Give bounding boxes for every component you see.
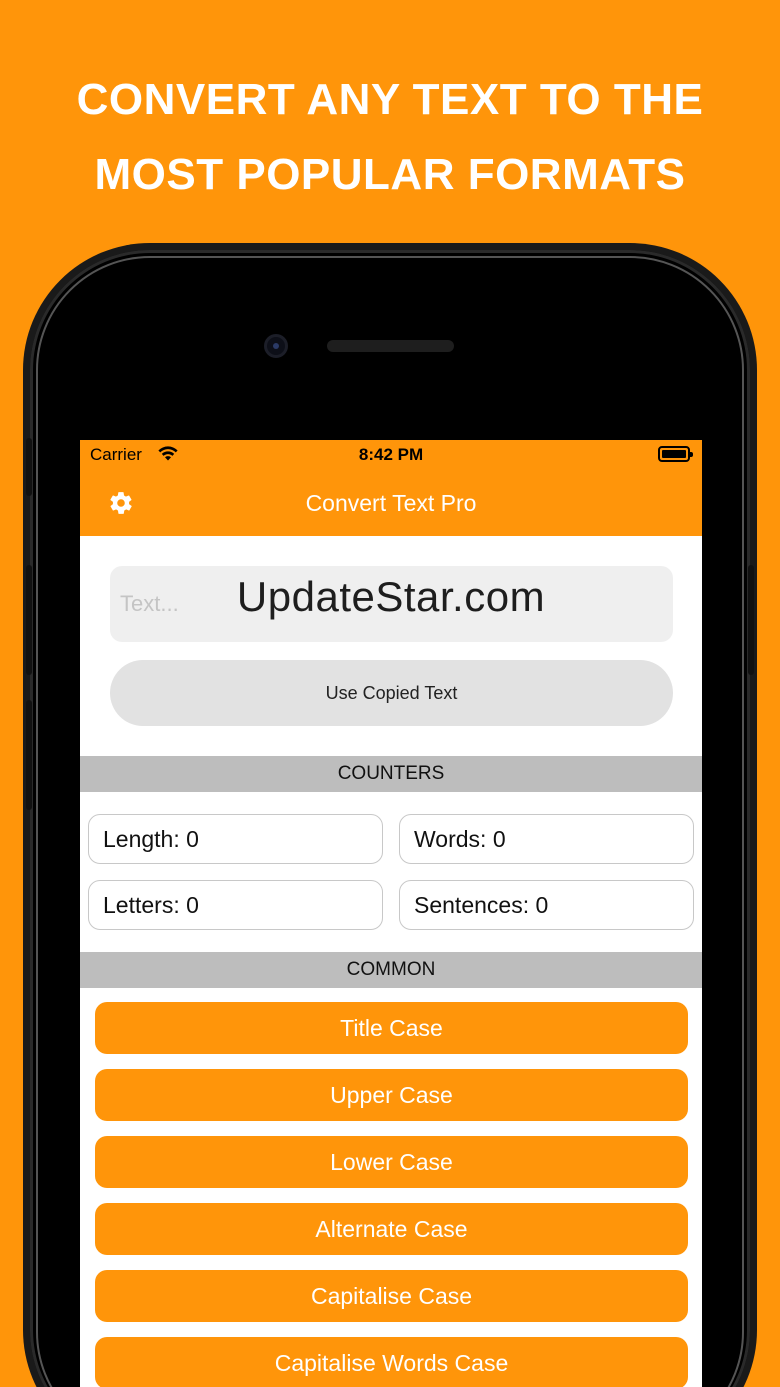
counter-value: 0 [535,891,549,918]
battery-level [662,450,686,458]
text-input[interactable] [110,566,673,642]
title-case-button[interactable]: Title Case [95,1002,688,1054]
counters-section-header: COUNTERS [80,756,702,792]
phone-volume-down [26,700,32,810]
navigation-bar: Convert Text Pro [80,470,702,536]
words-counter: Words: 0 [399,814,694,864]
phone-volume-up [26,565,32,675]
counter-label: Letters: [103,891,180,918]
upper-case-button[interactable]: Upper Case [95,1069,688,1121]
common-section-header: COMMON [80,952,702,988]
sentences-counter: Sentences: 0 [399,880,694,930]
use-copied-text-button[interactable]: Use Copied Text [110,660,673,726]
length-counter: Length: 0 [88,814,383,864]
letters-counter: Letters: 0 [88,880,383,930]
battery-icon [658,446,693,462]
counter-label: Words: [414,825,487,852]
counter-value: 0 [492,825,506,852]
clock: 8:42 PM [358,445,424,464]
capitalise-case-button[interactable]: Capitalise Case [95,1270,688,1322]
earpiece-speaker [327,340,454,352]
headline-line-2: MOST POPULAR FORMATS [94,150,686,199]
status-bar: Carrier 8:42 PM [80,440,702,470]
phone-mute-switch [26,438,32,496]
front-camera [264,334,288,358]
alternate-case-button[interactable]: Alternate Case [95,1203,688,1255]
counter-value: 0 [186,891,199,918]
counter-label: Sentences: [414,891,530,918]
gear-icon[interactable] [108,490,134,516]
app-title: Convert Text Pro [305,489,477,516]
counter-value: 0 [186,825,199,852]
lower-case-button[interactable]: Lower Case [95,1136,688,1188]
promo-headline: CONVERT ANY TEXT TO THE MOST POPULAR FOR… [0,62,780,212]
headline-line-1: CONVERT ANY TEXT TO THE [76,75,704,124]
common-actions-list: Title Case Upper Case Lower Case Alterna… [80,988,702,1387]
counter-label: Length: [103,825,180,852]
phone-power-button [748,565,754,675]
counters-grid: Length: 0 Words: 0 Letters: 0 Sentences:… [80,792,702,952]
input-area: Use Copied Text [80,536,702,756]
app-screen: Carrier 8:42 PM Convert Text Pro Use Cop… [80,440,702,1387]
capitalise-words-case-button[interactable]: Capitalise Words Case [95,1337,688,1387]
